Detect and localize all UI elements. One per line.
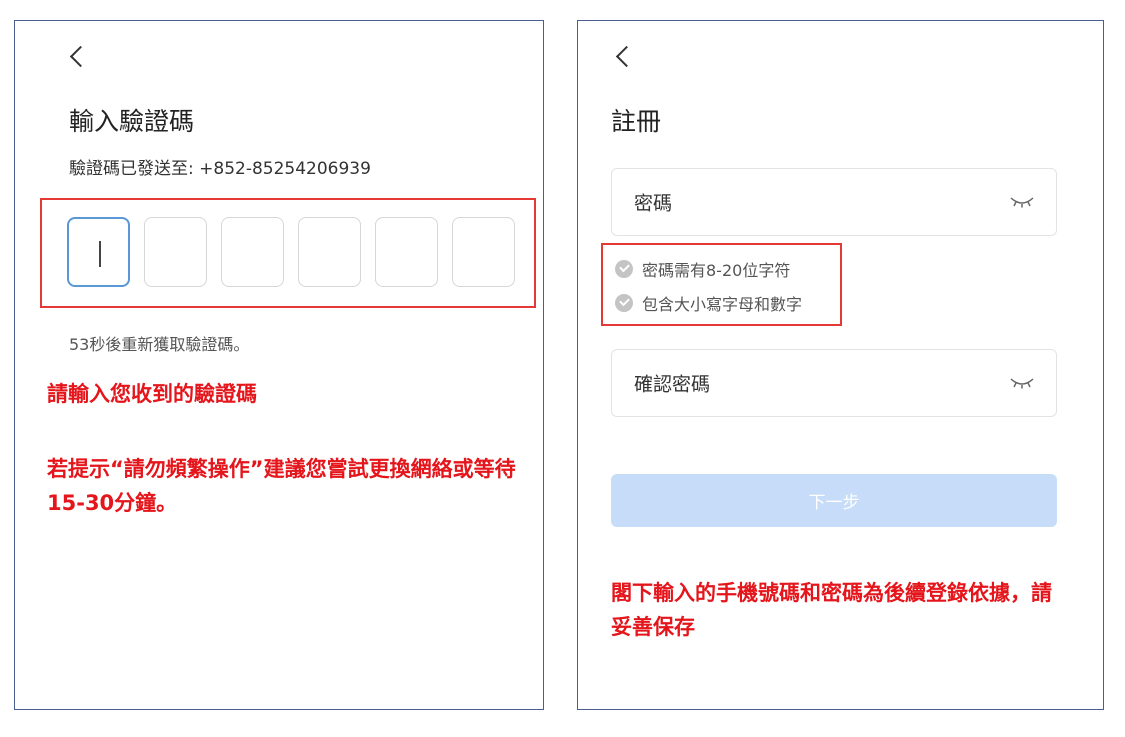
code-digit-6[interactable] [452,217,515,287]
note-frequent-operation: 若提示“請勿頻繁操作”建議您嘗試更換網絡或等待15-30分鐘。 [47,457,516,515]
code-digit-2[interactable] [144,217,207,287]
resend-countdown[interactable]: 53秒後重新獲取驗證碼。 [69,331,249,355]
code-digit-1[interactable] [67,217,130,287]
text-caret [99,241,101,267]
back-chevron-icon[interactable] [69,45,92,68]
verification-code-screen: 輸入驗證碼 驗證碼已發送至: +852-85254206939 53秒後重新獲取… [14,20,544,710]
confirm-password-input[interactable]: 確認密碼 [611,349,1057,417]
password-input[interactable]: 密碼 [611,168,1057,236]
password-rule-charset: 包含大小寫字母和數字 [615,292,802,314]
eye-closed-icon[interactable] [1010,377,1034,389]
password-rules-highlight: 密碼需有8-20位字符 包含大小寫字母和數字 [601,243,842,326]
page-title: 註冊 [611,107,662,136]
page-title: 輸入驗證碼 [69,107,195,136]
code-sent-to-label: 驗證碼已發送至: +852-85254206939 [69,159,371,179]
next-step-button[interactable]: 下一步 [611,474,1057,527]
code-digit-3[interactable] [221,217,284,287]
check-circle-icon [615,294,633,312]
password-rule-length: 密碼需有8-20位字符 [615,258,790,280]
code-input-group[interactable] [67,217,522,287]
confirm-password-placeholder: 確認密碼 [634,373,711,396]
eye-closed-icon[interactable] [1010,196,1034,208]
note-enter-code: 請輸入您收到的驗證碼 [47,382,257,406]
note-save-credentials: 閣下輸入的手機號碼和密碼為後續登錄依據，請妥善保存 [611,581,1052,639]
code-digit-5[interactable] [375,217,438,287]
check-circle-icon [615,260,633,278]
password-placeholder: 密碼 [634,192,673,215]
register-password-screen: 註冊 密碼 密碼需有8-20位字符 包含大小寫字母和數字 確認密碼 下一步 閣下… [577,20,1104,710]
back-chevron-icon[interactable] [615,45,638,68]
code-digit-4[interactable] [298,217,361,287]
